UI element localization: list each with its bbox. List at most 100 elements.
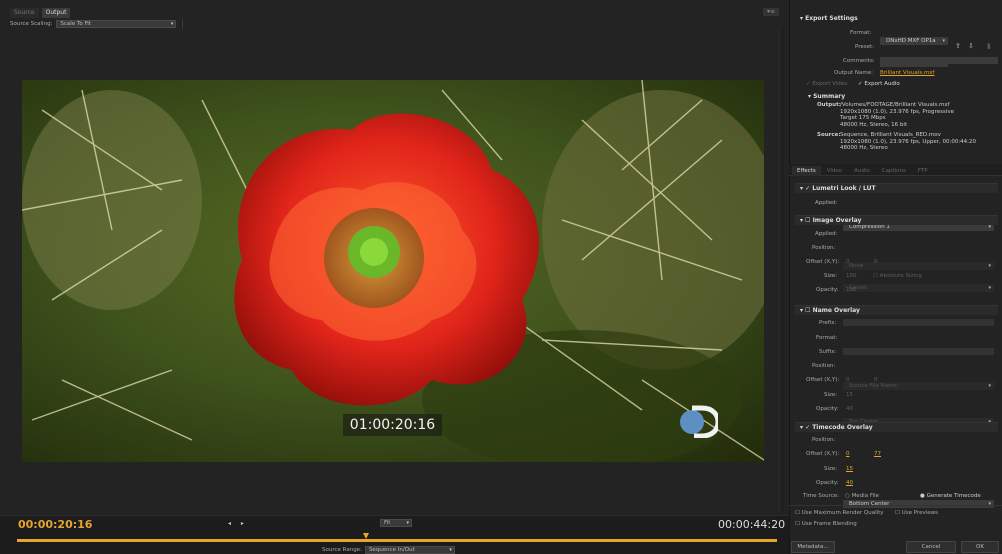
export-settings-header[interactable]: ▾ Export Settings (800, 15, 858, 22)
image-position-select[interactable]: Center (843, 284, 994, 292)
tc-opacity-label: Opacity: (816, 480, 839, 486)
generate-timecode-radio[interactable]: ● Generate Timecode (920, 493, 981, 499)
preview-tabs: Source Output (10, 8, 71, 18)
source-scaling: Source Scaling: Scale To Fit (10, 19, 184, 29)
image-offset-x[interactable]: 0 (846, 259, 850, 265)
frame-blending-checkbox[interactable]: ☐ Use Frame Blending (795, 521, 857, 527)
metadata-button[interactable]: Metadata... (791, 541, 835, 553)
tc-size-value[interactable]: 15 (846, 466, 853, 472)
tc-position-select[interactable]: Bottom Center (843, 500, 994, 508)
summary-source-label: Source: (817, 132, 841, 138)
output-name-label: Output Name: (834, 70, 873, 76)
tab-output[interactable]: Output (41, 8, 71, 18)
image-offset-y[interactable]: 0 (874, 259, 878, 265)
image-opacity-value[interactable]: 100 (846, 287, 857, 293)
zoom-select[interactable]: Fit (380, 519, 412, 527)
source-range-select[interactable]: Sequence In/Out (364, 546, 455, 554)
generate-timecode-label: Generate Timecode (926, 493, 981, 499)
max-render-checkbox[interactable]: ☐ Use Maximum Render Quality (795, 510, 884, 516)
tab-audio[interactable]: Audio (848, 166, 876, 176)
tab-source[interactable]: Source (10, 8, 39, 18)
image-size-label: Size: (824, 273, 838, 279)
tab-captions[interactable]: Captions (876, 166, 912, 176)
summary-header[interactable]: ▾ Summary (808, 93, 845, 100)
summary-output-lines: /Volumes/FOOTAGE/Brilliant Visuals.mxf 1… (840, 102, 954, 128)
source-scaling-select[interactable]: Scale To Fit (56, 20, 177, 28)
frame-blending-label: Use Frame Blending (801, 521, 857, 527)
preview-scrollbar[interactable] (779, 28, 784, 513)
suffix-field[interactable] (843, 348, 994, 355)
name-offset-y[interactable]: 0 (874, 377, 878, 383)
panel-menu-button[interactable]: ▾≡ (763, 8, 779, 16)
name-format-label: Format: (816, 335, 838, 341)
channel-logo-icon (678, 404, 721, 439)
summary-line: 48000 Hz, Stereo (840, 145, 888, 151)
name-position-label: Position: (812, 363, 836, 369)
name-opacity-value[interactable]: 40 (846, 406, 853, 412)
divider (789, 505, 1002, 506)
name-size-label: Size: (824, 392, 838, 398)
comments-field[interactable] (880, 57, 998, 64)
lumetri-checkbox[interactable]: ▾ ✓ Lumetri Look / LUT (800, 185, 876, 192)
image-size-value[interactable]: 100 (846, 273, 857, 279)
name-size-value[interactable]: 15 (846, 392, 853, 398)
prefix-field[interactable] (843, 319, 994, 326)
summary-line: /Volumes/FOOTAGE/Brilliant Visuals.mxf (840, 102, 950, 108)
source-range-label: Source Range: (322, 547, 362, 553)
image-opacity-label: Opacity: (816, 287, 839, 293)
video-preview (22, 80, 764, 462)
suffix-label: Suffix: (819, 349, 837, 355)
media-file-radio[interactable]: ○ Media File (845, 493, 879, 499)
export-audio-label: Export Audio (864, 81, 900, 87)
summary-output-label: Output: (817, 102, 841, 108)
export-settings-title: Export Settings (805, 15, 858, 22)
use-previews-checkbox[interactable]: ☐ Use Previews (895, 510, 938, 516)
export-video-checkbox[interactable]: ✓ Export Video (806, 81, 848, 87)
tab-effects[interactable]: Effects (792, 166, 821, 176)
save-preset-icon[interactable]: ⇪ (955, 42, 961, 50)
current-timecode[interactable]: 00:00:20:16 (18, 518, 92, 531)
summary-title: Summary (813, 93, 846, 100)
preset-label: Preset: (855, 44, 875, 50)
absolute-sizing-checkbox[interactable]: ☐ Absolute Sizing (873, 273, 922, 279)
comments-label: Comments: (843, 58, 875, 64)
name-format-select[interactable]: Source File Name (843, 382, 994, 390)
flower-image (22, 80, 764, 462)
timecode-overlay-title: Timecode Overlay (812, 424, 873, 431)
cancel-button[interactable]: Cancel (906, 541, 956, 553)
source-range: Source Range: Sequence In/Out (322, 546, 455, 554)
output-name-link[interactable]: Brilliant Visuals.mxf (880, 70, 935, 76)
format-select[interactable]: DNxHD MXF OP1a (880, 37, 948, 45)
time-source-label: Time Source: (803, 493, 839, 499)
ok-button[interactable]: OK (961, 541, 999, 553)
image-overlay-checkbox[interactable]: ▾ ☐ Image Overlay (800, 217, 861, 224)
prefix-label: Prefix: (819, 320, 837, 326)
tab-video[interactable]: Video (821, 166, 848, 176)
lumetri-title: Lumetri Look / LUT (812, 185, 876, 192)
tc-position-label: Position: (812, 437, 836, 443)
use-previews-label: Use Previews (901, 510, 938, 516)
tc-opacity-value[interactable]: 40 (846, 480, 853, 486)
image-position-label: Position: (812, 245, 836, 251)
tc-offset-y[interactable]: 77 (874, 451, 881, 457)
image-applied-select[interactable]: None (843, 262, 994, 270)
tab-ftp[interactable]: FTP (912, 166, 934, 176)
effect-tabs: Effects Video Audio Captions FTP (792, 166, 934, 176)
timecode-overlay-checkbox[interactable]: ▾ ✓ Timecode Overlay (800, 424, 873, 431)
delete-preset-icon[interactable]: ▮ (987, 42, 991, 50)
tc-size-label: Size: (824, 466, 838, 472)
duration-timecode: 00:00:44:20 (718, 518, 786, 531)
name-overlay-checkbox[interactable]: ▾ ☐ Name Overlay (800, 307, 860, 314)
timecode-overlay-text: 01:00:20:16 (343, 414, 442, 436)
import-preset-icon[interactable]: ⇩ (968, 42, 974, 50)
name-offset-label: Offset (X,Y): (806, 377, 840, 383)
export-audio-checkbox[interactable]: ✓ Export Audio (858, 81, 900, 87)
name-offset-x[interactable]: 0 (846, 377, 850, 383)
timeline-bar[interactable] (17, 539, 777, 542)
lumetri-applied-label: Applied: (815, 200, 838, 206)
divider (182, 19, 184, 29)
tc-offset-x[interactable]: 0 (846, 451, 850, 457)
mark-in-out-icon[interactable]: ◂ ▸ (228, 520, 248, 527)
max-render-label: Use Maximum Render Quality (801, 510, 884, 516)
format-label: Format: (850, 30, 872, 36)
